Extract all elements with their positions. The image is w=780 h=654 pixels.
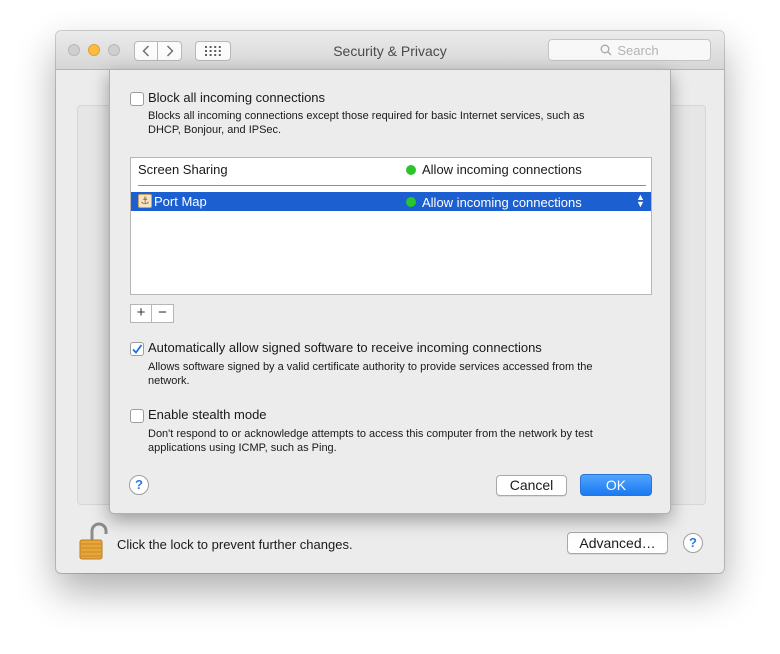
row-divider: [138, 185, 646, 186]
description-line: Don't respond to or acknowledge attempts…: [148, 428, 593, 440]
auto-allow-signed-description: Allows software signed by a valid certif…: [148, 360, 592, 388]
app-list[interactable]: Screen Sharing Allow incoming connection…: [130, 157, 652, 295]
anchor-icon: ⚓: [138, 194, 152, 208]
search-field[interactable]: Search: [548, 39, 711, 61]
search-placeholder: Search: [617, 42, 659, 58]
table-row[interactable]: Screen Sharing Allow incoming connection…: [131, 158, 651, 186]
block-all-description: Blocks all incoming connections except t…: [148, 109, 585, 137]
title-bar[interactable]: Security & Privacy Search: [56, 31, 724, 70]
firewall-options-sheet: Block all incoming connections Blocks al…: [109, 69, 671, 514]
remove-app-button[interactable]: −: [152, 304, 174, 323]
app-status: Allow incoming connections: [422, 162, 582, 177]
lock-status-text: Click the lock to prevent further change…: [117, 537, 353, 552]
block-all-checkbox[interactable]: [130, 92, 144, 106]
bottom-bar: Click the lock to prevent further change…: [56, 511, 724, 573]
description-line: network.: [148, 375, 190, 387]
description-line: Blocks all incoming connections except t…: [148, 110, 585, 122]
description-line: applications using ICMP, such as Ping.: [148, 442, 337, 454]
cancel-button[interactable]: Cancel: [496, 475, 567, 496]
auto-allow-signed-checkbox[interactable]: [130, 342, 144, 356]
app-status: Allow incoming connections: [422, 195, 582, 210]
app-name: Port Map: [154, 194, 207, 209]
stealth-mode-description: Don't respond to or acknowledge attempts…: [148, 427, 593, 455]
ok-button[interactable]: OK: [580, 474, 652, 496]
unlocked-padlock-icon: [79, 522, 108, 560]
auto-allow-signed-label: Automatically allow signed software to r…: [148, 340, 542, 355]
status-indicator-icon: [406, 197, 416, 207]
checkmark-icon: [132, 344, 143, 354]
status-indicator-icon: [406, 165, 416, 175]
block-all-label: Block all incoming connections: [148, 90, 326, 105]
search-icon: [600, 44, 612, 56]
popup-arrows-icon[interactable]: ▲ ▼: [636, 193, 645, 209]
table-row[interactable]: ⚓ Port Map Allow incoming connections ▲ ▼: [131, 192, 651, 211]
advanced-button[interactable]: Advanced…: [567, 532, 668, 554]
help-button[interactable]: ?: [683, 533, 703, 553]
description-line: DHCP, Bonjour, and IPSec.: [148, 124, 282, 136]
add-app-button[interactable]: +: [130, 304, 152, 323]
app-name: Screen Sharing: [138, 162, 228, 177]
stealth-mode-label: Enable stealth mode: [148, 407, 267, 422]
lock-button[interactable]: [78, 521, 108, 561]
sheet-help-button[interactable]: ?: [129, 475, 149, 495]
stealth-mode-checkbox[interactable]: [130, 409, 144, 423]
description-line: Allows software signed by a valid certif…: [148, 361, 593, 373]
